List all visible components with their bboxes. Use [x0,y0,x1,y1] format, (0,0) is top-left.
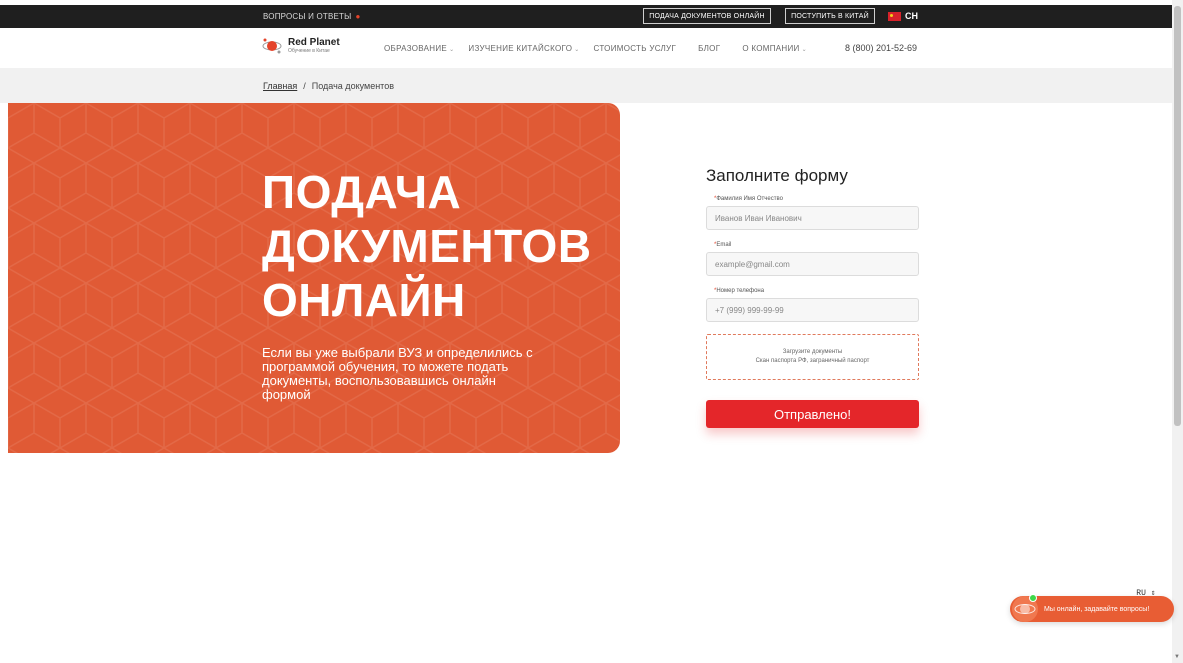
breadcrumb-band: Главная / Подача документов [0,68,1172,103]
submit-docs-online-button[interactable]: ПОДАЧА ДОКУМЕНТОВ ОНЛАЙН [643,8,771,24]
nav-item-about[interactable]: О КОМПАНИИ ⌄ [742,44,807,53]
nav-item-chinese-study[interactable]: ИЗУЧЕНИЕ КИТАЙСКОГО ⌄ [468,44,579,53]
nav-item-prices[interactable]: СТОИМОСТЬ УСЛУГ [594,44,677,53]
email-input[interactable]: example@gmail.com [706,252,919,276]
language-switcher[interactable]: CH [888,11,918,21]
fullname-input[interactable]: Иванов Иван Иванович [706,206,919,230]
top-bar: ВОПРОСЫ И ОТВЕТЫ ● ПОДАЧА ДОКУМЕНТОВ ОНЛА… [0,5,1172,28]
hero-title: ПОДАЧА ДОКУМЕНТОВ ОНЛАЙН [262,165,592,327]
faq-dot-icon: ● [355,12,361,21]
document-form: Заполните форму *Фамилия Имя Отчество Ив… [706,166,920,428]
nav-label: О КОМПАНИИ [742,44,800,53]
hero-lead: Если вы уже выбрали ВУЗ и определились с… [262,345,533,402]
nav-item-education[interactable]: ОБРАЗОВАНИЕ ⌄ [384,44,454,53]
nav-label: БЛОГ [698,44,721,53]
site-header: Red Planet Обучение в Китае ОБРАЗОВАНИЕ ⌄… [0,28,1172,68]
upload-title: Загрузите документы [782,349,843,355]
phone-input[interactable]: +7 (999) 999-99-99 [706,298,919,322]
form-title: Заполните форму [706,166,848,185]
field-label-text: Email [716,242,732,248]
nav-item-blog[interactable]: БЛОГ [698,44,720,53]
apply-china-button[interactable]: ПОСТУПИТЬ В КИТАЙ [785,8,875,24]
breadcrumb: Главная / Подача документов [263,81,394,91]
chevron-down-icon: ⌄ [449,47,455,53]
logo[interactable]: Red Planet Обучение в Китае [262,36,340,56]
faq-label: ВОПРОСЫ И ОТВЕТЫ [263,12,352,21]
breadcrumb-current: Подача документов [311,81,394,91]
fullname-label: *Фамилия Имя Отчество [714,196,783,202]
nav-label: ОБРАЗОВАНИЕ [384,44,448,53]
breadcrumb-home-link[interactable]: Главная [263,81,297,91]
china-flag-icon [888,11,901,21]
chevron-down-icon: ⌄ [574,47,580,53]
phone-label: *Номер телефона [714,288,765,294]
hero-banner: ПОДАЧА ДОКУМЕНТОВ ОНЛАЙН Если вы уже выб… [8,103,620,453]
email-label: *Email [714,242,732,248]
chevron-down-icon: ⌄ [801,47,807,53]
upload-hint: Скан паспорта РФ, заграничный паспорт [755,358,870,364]
main-nav: ОБРАЗОВАНИЕ ⌄ ИЗУЧЕНИЕ КИТАЙСКОГО ⌄ СТОИМО… [384,44,821,53]
logo-name: Red Planet [288,37,340,48]
hero-title-line: ОНЛАЙН [262,274,466,326]
field-label-text: Фамилия Имя Отчество [716,196,783,202]
page-scrollbar[interactable]: ▼ [1172,0,1183,663]
hero-title-line: ПОДАЧА [262,166,462,218]
logo-tagline: Обучение в Китае [288,48,330,54]
chat-avatar [1012,594,1038,622]
faq-link[interactable]: ВОПРОСЫ И ОТВЕТЫ ● [263,12,360,21]
chat-widget[interactable]: Мы онлайн, задавайте вопросы! [1010,594,1174,622]
field-label-text: Номер телефона [716,288,765,294]
scroll-down-arrow-icon[interactable]: ▼ [1174,654,1180,660]
nav-label: СТОИМОСТЬ УСЛУГ [593,44,677,53]
online-status-dot [1029,594,1037,602]
planet-logo-icon [262,38,282,54]
submit-button[interactable]: Отправлено! [706,400,919,428]
chat-text: Мы онлайн, задавайте вопросы! [1044,605,1150,613]
nav-label: ИЗУЧЕНИЕ КИТАЙСКОГО [468,44,573,53]
breadcrumb-separator: / [303,81,306,91]
scrollbar-thumb[interactable] [1174,6,1181,426]
language-code: CH [905,11,918,21]
phone-number[interactable]: 8 (800) 201-52-69 [845,43,917,53]
hero-title-line: ДОКУМЕНТОВ [262,220,592,272]
document-upload-dropzone[interactable]: Загрузите документы Скан паспорта РФ, за… [706,334,919,380]
